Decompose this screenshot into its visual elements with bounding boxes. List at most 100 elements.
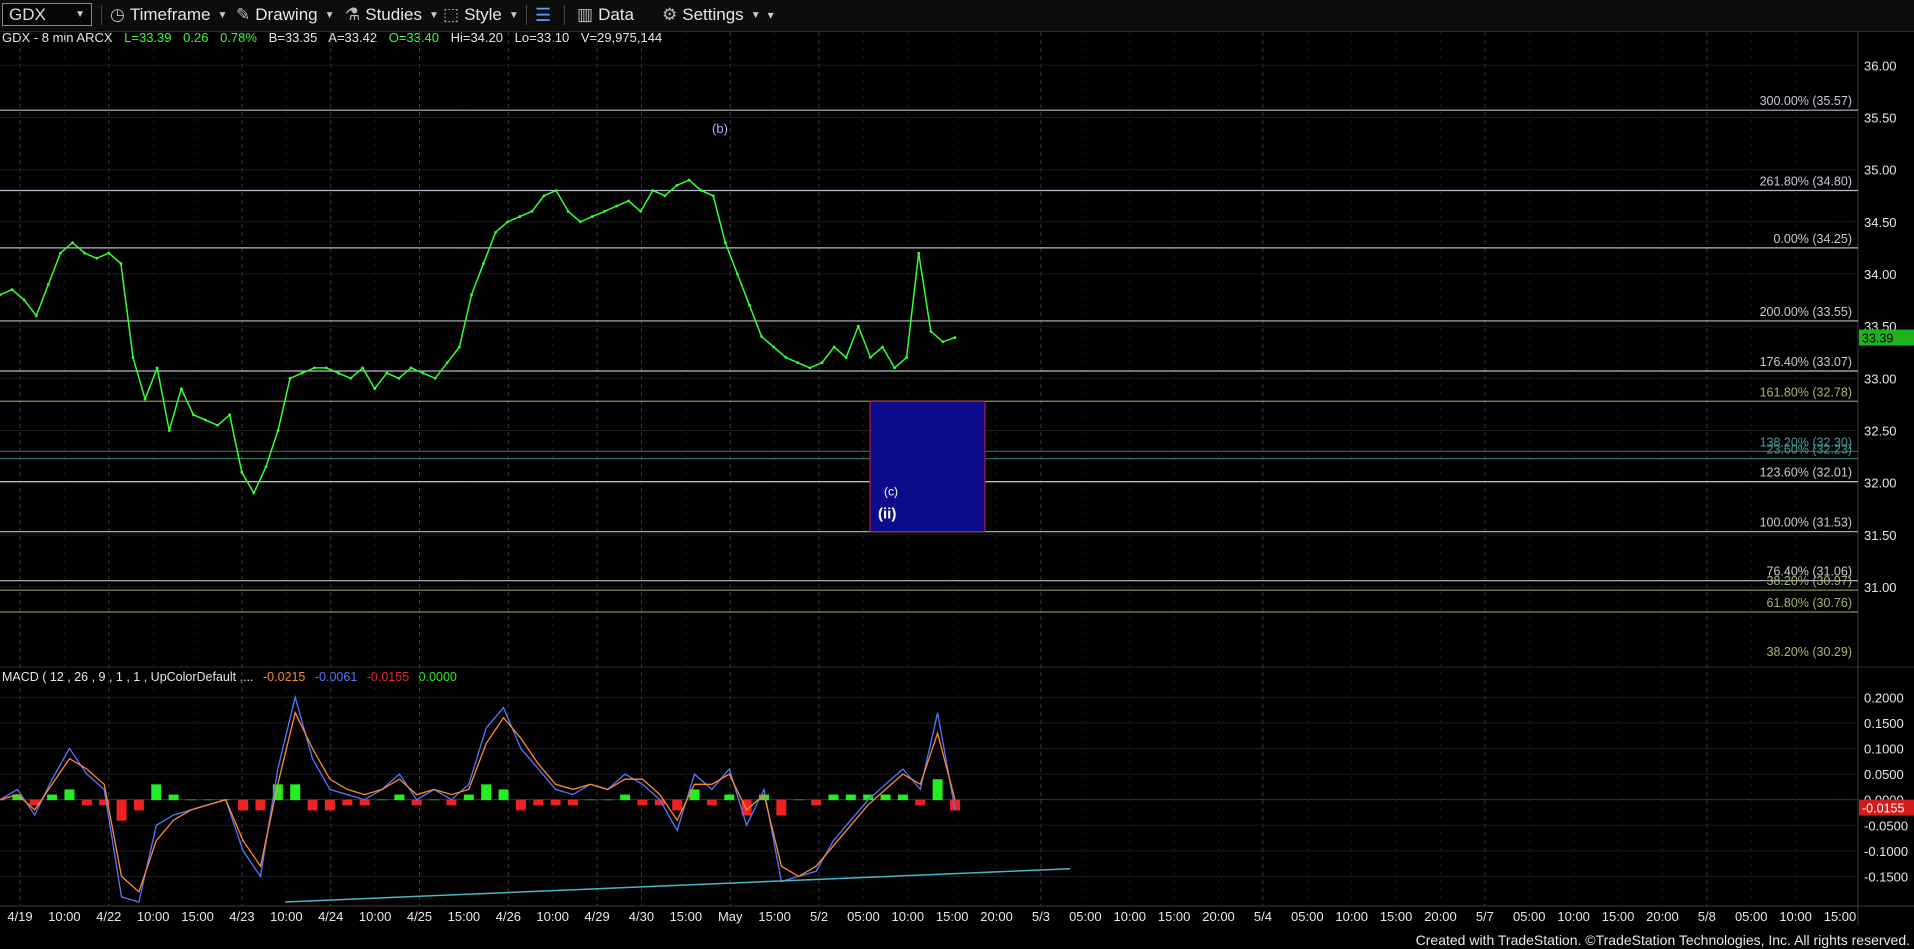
- chart-area[interactable]: GDX - 8 min ARCX L=33.39 0.26 0.78% B=33…: [0, 32, 1914, 925]
- chevron-down-icon: ▼: [217, 9, 228, 21]
- macd-histogram-bar: [203, 799, 214, 801]
- price-point: [868, 356, 872, 359]
- x-tick-label: 10:00: [536, 909, 569, 924]
- chevron-down-icon: ▼: [324, 9, 335, 21]
- studies-menu[interactable]: ⚗ Studies ▼: [345, 4, 439, 26]
- price-point: [409, 366, 413, 370]
- macd-histogram-bar: [377, 799, 387, 801]
- fib-label: 176.40% (33.07): [1760, 355, 1852, 369]
- price-point: [723, 241, 727, 245]
- price-point: [760, 335, 763, 338]
- chevron-down-icon: ▼: [508, 9, 519, 21]
- y-tick-label: 35.00: [1864, 163, 1897, 178]
- x-tick-label: 4/23: [229, 909, 254, 924]
- macd-histogram-bar: [481, 784, 492, 801]
- price-point: [905, 356, 909, 359]
- x-tick-label: 4/22: [96, 909, 121, 924]
- price-point: [34, 314, 38, 318]
- price-point: [457, 345, 461, 349]
- data-menu[interactable]: ▥ Data: [577, 4, 634, 26]
- price-point: [893, 366, 896, 370]
- x-tick-label: 20:00: [980, 909, 1013, 924]
- price-point: [179, 387, 183, 391]
- price-point: [748, 303, 751, 307]
- studies-label: Studies: [365, 5, 422, 24]
- toolbar-divider: [101, 5, 102, 25]
- macd-tick-label: 0.0500: [1864, 767, 1904, 782]
- macd-histogram-bar: [429, 799, 440, 801]
- price-point: [204, 418, 207, 422]
- style-menu[interactable]: ⬚ Style ▼: [443, 4, 519, 26]
- y-tick-label: 32.00: [1864, 476, 1897, 491]
- x-tick-label: 4/29: [584, 909, 609, 924]
- macd-histogram-bar: [64, 789, 75, 801]
- macd-histogram-bar: [324, 799, 335, 811]
- x-tick-label: 15:00: [936, 909, 969, 924]
- fib-label: 61.80% (30.76): [1767, 596, 1852, 610]
- x-tick-label: 15:00: [1824, 909, 1857, 924]
- macd-histogram-bar: [880, 794, 891, 801]
- price-point: [216, 423, 219, 427]
- macd-histogram-bar: [672, 799, 683, 811]
- macd-histogram-bar: [498, 789, 509, 801]
- price-point: [494, 230, 498, 234]
- price-point: [337, 371, 340, 375]
- x-tick-label: 20:00: [1646, 909, 1679, 924]
- x-tick-label: 5/2: [810, 909, 828, 924]
- macd-tick-label: 0.1000: [1864, 742, 1904, 757]
- layout-button[interactable]: ☰: [535, 4, 551, 26]
- macd-histogram-bar: [533, 799, 544, 806]
- macd-value-1: -0.0215: [263, 670, 305, 684]
- price-line: [0, 179, 956, 494]
- price-point: [844, 356, 848, 359]
- drawing-menu[interactable]: ✎ Drawing ▼: [236, 4, 335, 26]
- y-tick-label: 35.50: [1864, 110, 1897, 125]
- wave-label-ii: (ii): [878, 506, 896, 523]
- overflow-icon: ▾: [767, 8, 774, 22]
- macd-histogram-bar: [255, 799, 266, 811]
- price-point: [699, 189, 703, 192]
- data-label: Data: [598, 5, 634, 24]
- macd-value-badge-text: -0.0155: [1862, 802, 1904, 816]
- open-price: O=33.40: [389, 32, 439, 45]
- fib-label: 300.00% (35.57): [1760, 94, 1852, 108]
- ask-price: A=33.42: [328, 32, 377, 45]
- timeframe-menu[interactable]: ◷ Timeframe ▼: [110, 4, 227, 26]
- toolbar: GDX ▼ ◷ Timeframe ▼ ✎ Drawing ▼ ⚗ Studie…: [0, 0, 1914, 32]
- price-point: [711, 194, 715, 198]
- macd-histogram-bar: [585, 799, 596, 801]
- volume-value: V=29,975,144: [581, 32, 662, 45]
- settings-label: Settings: [682, 5, 744, 24]
- price-point: [324, 366, 328, 370]
- x-tick-label: 05:00: [1735, 909, 1768, 924]
- price-point: [578, 220, 582, 224]
- price-point: [663, 194, 667, 198]
- price-point: [445, 361, 449, 365]
- symbol-input[interactable]: GDX ▼: [2, 3, 92, 26]
- price-point: [856, 324, 860, 328]
- price-point: [228, 413, 232, 417]
- price-point: [566, 209, 570, 213]
- symbol-dropdown-icon[interactable]: ▼: [75, 9, 85, 20]
- last-price-badge-text: 33.39: [1862, 332, 1893, 346]
- price-point: [590, 215, 594, 218]
- price-point: [808, 366, 812, 370]
- price-point: [796, 361, 800, 365]
- price-point: [482, 262, 485, 265]
- x-tick-label: 05:00: [1513, 909, 1546, 924]
- price-point: [361, 366, 365, 370]
- price-point: [83, 251, 87, 255]
- macd-histogram-bar: [793, 799, 804, 801]
- price-point: [470, 293, 473, 297]
- settings-menu[interactable]: ⚙ Settings ▼ ▾: [662, 4, 774, 26]
- macd-histogram-bar: [915, 799, 926, 806]
- x-tick-label: 10:00: [1335, 909, 1368, 924]
- pencil-icon: ✎: [236, 5, 251, 24]
- y-tick-label: 34.00: [1864, 267, 1897, 282]
- x-tick-label: 05:00: [1291, 909, 1324, 924]
- price-point: [687, 178, 691, 182]
- chevron-down-icon: ▼: [428, 9, 439, 21]
- gear-icon: ⚙: [662, 5, 678, 24]
- fib-levels: 300.00% (35.57) 261.80% (34.80) 0.00% (34.…: [0, 94, 1858, 659]
- price-point: [131, 356, 135, 359]
